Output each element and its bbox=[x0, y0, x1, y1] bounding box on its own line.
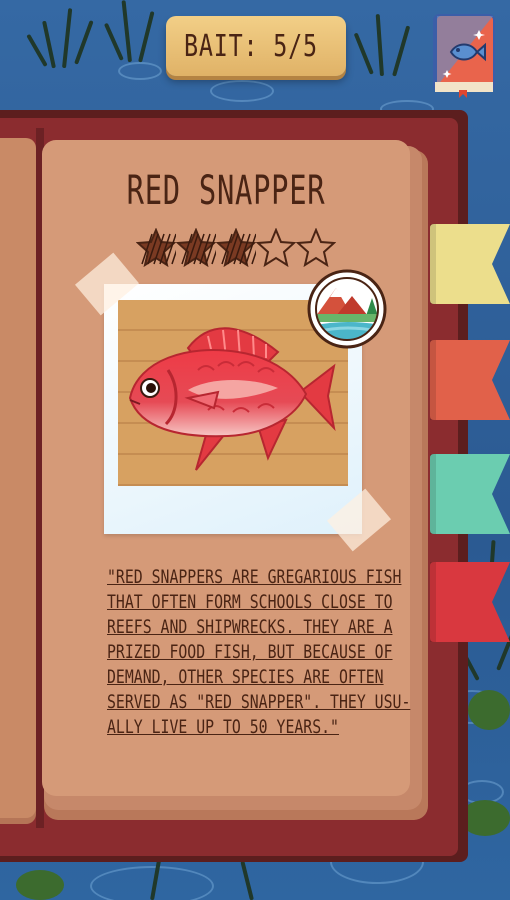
description-line: "RED SNAPPERS ARE GREGARIOUS FISH bbox=[107, 566, 402, 588]
star-empty-icon bbox=[256, 228, 296, 268]
bait-label: BAIT: 5/5 bbox=[184, 28, 318, 64]
description-line: REEFS AND SHIPWRECKS. THEY ARE A bbox=[107, 616, 393, 638]
fish-journal-icon[interactable] bbox=[431, 12, 497, 98]
tab-yellow[interactable] bbox=[430, 224, 510, 304]
bait-counter: BAIT: 5/5 bbox=[166, 16, 346, 76]
description-line: SERVED AS "RED SNAPPER". THEY USU- bbox=[107, 691, 411, 713]
star-filled-icon bbox=[136, 228, 176, 268]
tab-teal[interactable] bbox=[430, 454, 510, 534]
fish-name: RED SNAPPER bbox=[126, 168, 326, 214]
description-line: DEMAND, OTHER SPECIES ARE OFTEN bbox=[107, 666, 384, 688]
left-page bbox=[0, 138, 36, 818]
star-filled-icon bbox=[176, 228, 216, 268]
mountain-lake-icon bbox=[307, 269, 387, 349]
tab-red[interactable] bbox=[430, 562, 510, 642]
description-line: PRIZED FOOD FISH, BUT BECAUSE OF bbox=[107, 641, 393, 663]
description-line: THAT OFTEN FORM SCHOOLS CLOSE TO bbox=[107, 591, 393, 613]
fish-description: "RED SNAPPERS ARE GREGARIOUS FISH THAT OF… bbox=[107, 565, 411, 740]
rating-stars bbox=[136, 228, 336, 270]
star-empty-icon bbox=[296, 228, 336, 268]
star-filled-icon bbox=[216, 228, 256, 268]
tab-orange[interactable] bbox=[430, 340, 510, 420]
description-line: ALLY LIVE UP TO 50 YEARS." bbox=[107, 716, 339, 738]
